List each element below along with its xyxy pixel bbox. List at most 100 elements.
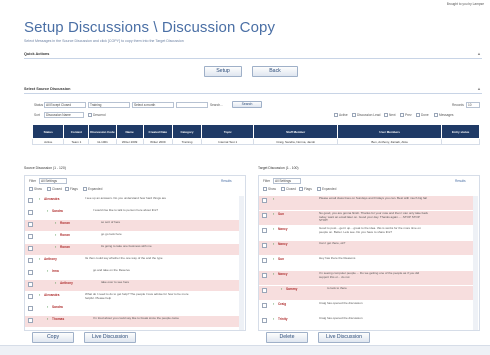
list-item[interactable]: ▪ Ronan so sort of here <box>25 220 239 231</box>
message-checkbox[interactable] <box>28 198 33 203</box>
list-item[interactable]: ▪ Sandra <box>25 304 239 315</box>
source-show-checkbox[interactable] <box>29 187 33 191</box>
expand-icon[interactable]: ▪ <box>273 302 274 306</box>
col-created[interactable]: Created Date <box>142 124 173 139</box>
col-name[interactable]: Name <box>115 124 144 139</box>
source-scrollbar[interactable] <box>239 196 244 330</box>
list-item[interactable]: ▪ Sun No good, you are gonna finish. Thank… <box>259 211 473 225</box>
target-filter-select[interactable]: All Settings <box>273 178 301 184</box>
source-section-header[interactable]: Select Source Discussion ▲ <box>24 86 482 94</box>
expand-icon[interactable]: ▪ <box>273 257 274 261</box>
source-expanded-checkbox[interactable] <box>83 187 87 191</box>
expand-icon[interactable]: ▪ <box>47 305 48 309</box>
expand-icon[interactable]: ▪ <box>273 272 274 276</box>
month-select[interactable]: Select a month <box>132 102 174 108</box>
message-checkbox[interactable] <box>262 243 267 248</box>
list-item[interactable]: ▪ Thomas I'm tired about you could say lik… <box>25 316 239 327</box>
status-select[interactable]: All Except Closed <box>44 102 86 108</box>
table-row[interactable]: Active Team 1 11-1001 Writer 2009 Writer… <box>31 138 480 145</box>
source-closed-checkbox[interactable] <box>47 187 51 191</box>
message-checkbox[interactable] <box>262 198 267 203</box>
records-select[interactable]: 10 <box>466 102 480 108</box>
target-flags-checkbox[interactable] <box>299 187 303 191</box>
expand-icon[interactable]: ▪ <box>273 317 274 321</box>
expand-icon[interactable]: ▪ <box>273 242 274 246</box>
message-checkbox[interactable] <box>262 213 267 218</box>
course-select[interactable]: Training <box>88 102 130 108</box>
message-checkbox[interactable] <box>28 234 33 239</box>
list-item[interactable]: ▪ Anthony take over to see here <box>25 280 239 291</box>
col-context[interactable]: Context <box>63 124 90 139</box>
opt-active-checkbox[interactable] <box>334 113 338 117</box>
back-button[interactable]: Back <box>252 66 298 77</box>
list-item[interactable]: ▪ Ronan go go look here <box>25 232 239 243</box>
list-item[interactable]: ▪ Please email class lines on Sundays and… <box>259 196 473 210</box>
target-live-discussion-button[interactable]: Live Discussion <box>318 332 370 343</box>
message-checkbox[interactable] <box>28 246 33 251</box>
message-checkbox[interactable] <box>262 318 267 323</box>
delete-button[interactable]: Delete <box>266 332 308 343</box>
list-item[interactable]: ▪ Nancy Can I get there, ok? <box>259 241 473 255</box>
expand-icon[interactable]: ▪ <box>39 197 40 201</box>
list-item[interactable]: ▪ Alexandra What do I need to do to get he… <box>25 292 239 303</box>
message-checkbox[interactable] <box>262 273 267 278</box>
source-filter-select[interactable]: All Settings <box>39 178 67 184</box>
opt-prev-checkbox[interactable] <box>400 113 404 117</box>
expand-icon[interactable]: ▪ <box>47 317 48 321</box>
message-checkbox[interactable] <box>28 270 33 275</box>
opt-done-checkbox[interactable] <box>416 113 420 117</box>
expand-icon[interactable]: ▪ <box>55 245 56 249</box>
copy-button[interactable]: Copy <box>32 332 74 343</box>
expand-icon[interactable]: ▪ <box>273 197 274 201</box>
expand-icon[interactable]: ▪ <box>273 212 274 216</box>
col-staff[interactable]: Staff Member <box>253 124 338 139</box>
message-checkbox[interactable] <box>262 258 267 263</box>
opt-messages-checkbox[interactable] <box>434 113 438 117</box>
message-checkbox[interactable] <box>262 303 267 308</box>
chevron-up-icon[interactable]: ▲ <box>477 51 481 56</box>
expand-icon[interactable]: ▪ <box>47 269 48 273</box>
col-category[interactable]: Category <box>171 124 203 139</box>
descend-checkbox[interactable] <box>88 113 92 117</box>
target-expanded-checkbox[interactable] <box>317 187 321 191</box>
list-item[interactable]: ▪ Irma go and take on the Reserve <box>25 268 239 279</box>
list-item[interactable]: ▪ Ronan its going to take one business wit… <box>25 244 239 255</box>
list-item[interactable]: ▪ Sandra I would rise like to talk to pers… <box>25 208 239 219</box>
expand-icon[interactable]: ▪ <box>47 209 48 213</box>
col-status[interactable]: Status <box>31 124 65 139</box>
list-item[interactable]: ▪ Nancy I'm seeing computer people ... Do … <box>259 271 473 285</box>
quick-actions-header[interactable]: Quick Actions ▲ <box>24 51 482 59</box>
col-users[interactable]: User Members <box>336 124 443 139</box>
search-input[interactable] <box>176 102 208 108</box>
expand-icon[interactable]: ▪ <box>55 281 56 285</box>
col-topic[interactable]: Topic <box>201 124 255 139</box>
expand-icon[interactable]: ▪ <box>39 257 40 261</box>
message-checkbox[interactable] <box>28 258 33 263</box>
message-checkbox[interactable] <box>28 318 33 323</box>
source-flags-checkbox[interactable] <box>65 187 69 191</box>
list-item[interactable]: ▪ Craig Craig has opened the discussion <box>259 301 473 315</box>
expand-icon[interactable]: ▪ <box>55 221 56 225</box>
setup-button[interactable]: Setup <box>204 66 242 77</box>
source-results-label[interactable]: Results <box>221 179 232 183</box>
message-checkbox[interactable] <box>28 282 33 287</box>
message-checkbox[interactable] <box>28 306 33 311</box>
search-button[interactable]: Search <box>232 101 262 108</box>
message-checkbox[interactable] <box>262 288 267 293</box>
chevron-up-icon[interactable]: ▲ <box>477 86 481 91</box>
list-item[interactable]: ▪ Nancy Good to post....get it up....great… <box>259 226 473 240</box>
list-item[interactable]: ▪ Anthony Its then could say whether the o… <box>25 256 239 267</box>
expand-icon[interactable]: ▪ <box>39 293 40 297</box>
source-live-discussion-button[interactable]: Live Discussion <box>84 332 136 343</box>
sort-select[interactable]: Discussion Name <box>44 112 84 118</box>
expand-icon[interactable]: ▪ <box>55 233 56 237</box>
list-item[interactable]: ▪ Sammy to look to there <box>259 286 473 300</box>
col-entry[interactable]: Entry status <box>441 124 480 139</box>
opt-lead-checkbox[interactable] <box>352 113 356 117</box>
expand-icon[interactable]: ▪ <box>281 287 282 291</box>
expand-icon[interactable]: ▪ <box>273 227 274 231</box>
target-show-checkbox[interactable] <box>263 187 267 191</box>
target-results-label[interactable]: Results <box>455 179 466 183</box>
list-item[interactable]: ▪ Alexandra I see up an answers. Do you un… <box>25 196 239 207</box>
list-item[interactable]: ▪ Sun Hey has there the Reasons <box>259 256 473 270</box>
